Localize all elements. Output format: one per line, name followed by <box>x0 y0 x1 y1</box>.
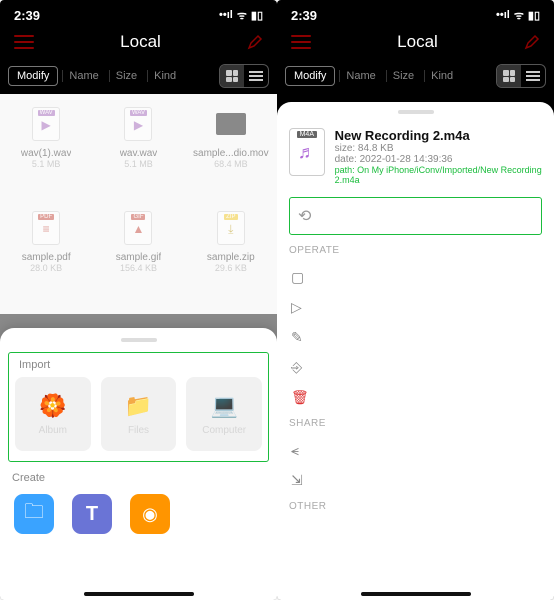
sheet-handle[interactable] <box>121 338 157 342</box>
status-time: 2:39 <box>291 8 317 23</box>
file-detail-sheet: M4A ♬ New Recording 2.m4a size: 84.8 KB … <box>277 102 554 600</box>
other-label: OTHER <box>289 501 542 512</box>
wifi-icon: ᯤ <box>514 8 524 23</box>
create-camera-button[interactable]: ◉ <box>130 494 170 534</box>
filter-size[interactable]: Size <box>386 70 420 82</box>
share-icon: ⪪ <box>291 442 299 459</box>
folder-icon: 📁 <box>125 393 152 419</box>
presentation-icon: ▢ <box>291 269 304 286</box>
file-date-line: date: 2022-01-28 14:39:36 <box>335 154 542 165</box>
note-icon: ✎ <box>291 329 303 346</box>
file-title: New Recording 2.m4a <box>335 128 542 143</box>
battery-icon: ▮▯ <box>251 9 263 22</box>
export-icon: ⇲ <box>291 472 303 489</box>
filter-size[interactable]: Size <box>109 70 143 82</box>
menu-icon[interactable] <box>14 35 34 49</box>
wifi-icon: ᯤ <box>237 8 247 23</box>
menu-icon[interactable] <box>291 35 311 49</box>
screen-left: 2:39 ••ıl ᯤ ▮▯ Local Modify Name Size Ki… <box>0 0 277 600</box>
filter-modify[interactable]: Modify <box>285 66 335 86</box>
header: Local <box>0 26 277 58</box>
filter-modify[interactable]: Modify <box>8 66 58 86</box>
grid-view-icon[interactable] <box>497 65 521 87</box>
op-play[interactable]: ▷ <box>289 292 542 322</box>
folder-plus-icon: 🗀 <box>24 497 44 531</box>
list-view-icon[interactable] <box>521 65 545 87</box>
sheet-handle[interactable] <box>398 110 434 114</box>
op-present[interactable]: ▢ <box>289 262 542 292</box>
status-bar: 2:39 ••ıl ᯤ ▮▯ <box>277 0 554 26</box>
rename-icon: ⎆ <box>291 359 302 376</box>
import-label-text: Files <box>128 425 149 436</box>
status-right: ••ıl ᯤ ▮▯ <box>219 8 263 23</box>
file-info-lines: New Recording 2.m4a size: 84.8 KB date: … <box>335 128 542 185</box>
op-export[interactable]: ⇲ <box>289 465 542 495</box>
import-section: Import 🏵️ Album 📁 Files 💻 Computer <box>8 352 269 462</box>
grid-view-icon[interactable] <box>220 65 244 87</box>
file-tag: M4A <box>297 131 317 138</box>
import-label: Import <box>19 359 258 371</box>
convert-icon: ⟲ <box>298 206 311 226</box>
import-files-button[interactable]: 📁 Files <box>101 377 177 451</box>
op-delete[interactable]: 🗑 <box>289 382 542 412</box>
photos-icon: 🏵️ <box>39 393 66 419</box>
page-title: Local <box>120 32 161 52</box>
view-toggle <box>219 64 269 88</box>
op-share[interactable]: ⪪ <box>289 435 542 465</box>
filter-kind[interactable]: Kind <box>424 70 459 82</box>
create-label: Create <box>12 472 265 484</box>
laptop-icon: 💻 <box>210 393 237 419</box>
import-label-text: Album <box>39 425 67 436</box>
filter-name[interactable]: Name <box>62 70 104 82</box>
trash-icon: 🗑 <box>291 389 309 406</box>
filter-name[interactable]: Name <box>339 70 381 82</box>
convert-button[interactable]: ⟲ <box>289 197 542 235</box>
battery-icon: ▮▯ <box>528 9 540 22</box>
header: Local <box>277 26 554 58</box>
file-path-line: path: On My iPhone/iConv/Imported/New Re… <box>335 165 542 185</box>
import-album-button[interactable]: 🏵️ Album <box>15 377 91 451</box>
signal-icon: ••ıl <box>496 9 510 21</box>
filter-bar: Modify Name Size Kind <box>277 58 554 94</box>
operate-label: OPERATE <box>289 245 542 256</box>
import-sheet: Import 🏵️ Album 📁 Files 💻 Computer <box>0 328 277 600</box>
share-label: SHARE <box>289 418 542 429</box>
page-title: Local <box>397 32 438 52</box>
view-toggle <box>496 64 546 88</box>
import-computer-button[interactable]: 💻 Computer <box>186 377 262 451</box>
op-edit[interactable]: ✎ <box>289 322 542 352</box>
create-folder-button[interactable]: 🗀 <box>14 494 54 534</box>
text-icon: T <box>86 503 98 526</box>
status-right: ••ıl ᯤ ▮▯ <box>496 8 540 23</box>
list-view-icon[interactable] <box>244 65 268 87</box>
filter-kind[interactable]: Kind <box>147 70 182 82</box>
m4a-file-icon: M4A ♬ <box>289 128 325 176</box>
home-indicator[interactable] <box>84 592 194 596</box>
filter-bar: Modify Name Size Kind <box>0 58 277 94</box>
status-time: 2:39 <box>14 8 40 23</box>
camera-icon: ◉ <box>142 504 158 525</box>
edit-icon[interactable] <box>247 34 263 50</box>
status-bar: 2:39 ••ıl ᯤ ▮▯ <box>0 0 277 26</box>
signal-icon: ••ıl <box>219 9 233 21</box>
music-note-icon: ♬ <box>298 142 316 163</box>
file-size-line: size: 84.8 KB <box>335 143 542 154</box>
op-rename[interactable]: ⎆ <box>289 352 542 382</box>
screen-right: 2:39 ••ıl ᯤ ▮▯ Local Modify Name Size Ki… <box>277 0 554 600</box>
home-indicator[interactable] <box>361 592 471 596</box>
create-text-button[interactable]: T <box>72 494 112 534</box>
file-info: M4A ♬ New Recording 2.m4a size: 84.8 KB … <box>289 124 542 193</box>
create-row: 🗀 T ◉ <box>8 490 269 542</box>
play-square-icon: ▷ <box>291 299 302 316</box>
edit-icon[interactable] <box>524 34 540 50</box>
import-label-text: Computer <box>202 425 246 436</box>
